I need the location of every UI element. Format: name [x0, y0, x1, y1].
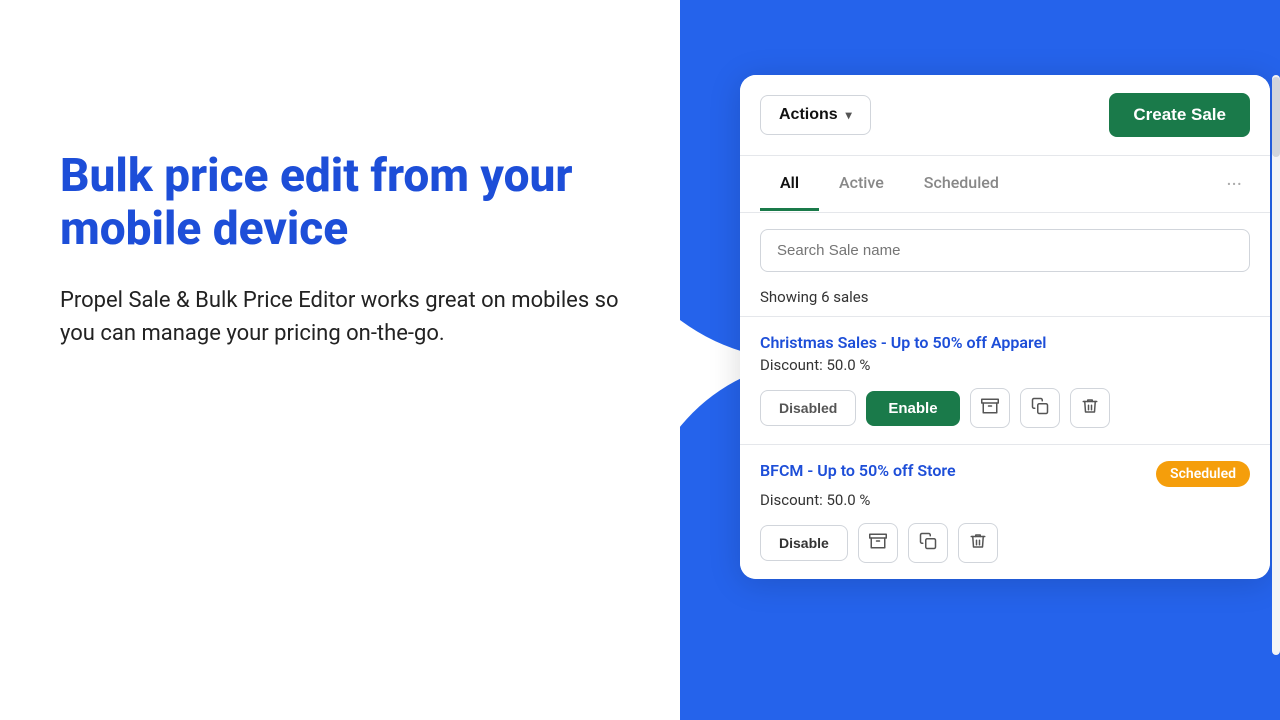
- toolbar: Actions ▾ Create Sale: [740, 75, 1270, 156]
- sale-item-header: BFCM - Up to 50% off Store Scheduled: [760, 461, 1250, 487]
- copy-button[interactable]: [1020, 388, 1060, 428]
- app-panel: Actions ▾ Create Sale All Active Schedul…: [740, 75, 1270, 579]
- sale-name-link[interactable]: Christmas Sales - Up to 50% off Apparel: [760, 333, 1046, 352]
- sale-name-link[interactable]: BFCM - Up to 50% off Store: [760, 461, 956, 480]
- archive-icon: [981, 397, 999, 420]
- disabled-button[interactable]: Disabled: [760, 390, 856, 426]
- scheduled-badge: Scheduled: [1156, 461, 1250, 487]
- copy-icon: [919, 532, 937, 555]
- sale-actions: Disable: [760, 523, 1250, 563]
- sale-item: Christmas Sales - Up to 50% off Apparel …: [740, 316, 1270, 444]
- sale-item-header: Christmas Sales - Up to 50% off Apparel: [760, 333, 1250, 352]
- left-panel: Bulk price edit from your mobile device …: [60, 150, 620, 350]
- enable-button[interactable]: Enable: [866, 391, 959, 426]
- search-area: [740, 213, 1270, 288]
- sale-list: Christmas Sales - Up to 50% off Apparel …: [740, 316, 1270, 579]
- delete-button[interactable]: [958, 523, 998, 563]
- create-sale-button[interactable]: Create Sale: [1109, 93, 1250, 137]
- sale-actions: Disabled Enable: [760, 388, 1250, 428]
- archive-button[interactable]: [970, 388, 1010, 428]
- copy-icon: [1031, 397, 1049, 420]
- search-input[interactable]: [760, 229, 1250, 272]
- subtext: Propel Sale & Bulk Price Editor works gr…: [60, 284, 620, 350]
- tab-active[interactable]: Active: [819, 157, 904, 211]
- tab-all[interactable]: All: [760, 157, 819, 211]
- headline: Bulk price edit from your mobile device: [60, 150, 620, 256]
- scrollbar-thumb[interactable]: [1272, 77, 1280, 157]
- actions-label: Actions: [779, 106, 838, 124]
- archive-button[interactable]: [858, 523, 898, 563]
- sales-count: Showing 6 sales: [740, 288, 1270, 316]
- tab-scheduled[interactable]: Scheduled: [904, 157, 1019, 211]
- sale-discount: Discount: 50.0 %: [760, 356, 1250, 374]
- trash-icon: [1081, 397, 1099, 420]
- scrollbar[interactable]: [1272, 75, 1280, 655]
- sale-discount: Discount: 50.0 %: [760, 491, 1250, 509]
- copy-button[interactable]: [908, 523, 948, 563]
- bg-white-overlay: [0, 0, 680, 720]
- tabs-more-icon[interactable]: ···: [1218, 156, 1250, 212]
- sale-item: BFCM - Up to 50% off Store Scheduled Dis…: [740, 444, 1270, 579]
- tabs-bar: All Active Scheduled ···: [740, 156, 1270, 213]
- chevron-down-icon: ▾: [846, 108, 852, 122]
- trash-icon: [969, 532, 987, 555]
- disable-button[interactable]: Disable: [760, 525, 848, 561]
- archive-icon: [869, 532, 887, 555]
- actions-button[interactable]: Actions ▾: [760, 95, 871, 135]
- delete-button[interactable]: [1070, 388, 1110, 428]
